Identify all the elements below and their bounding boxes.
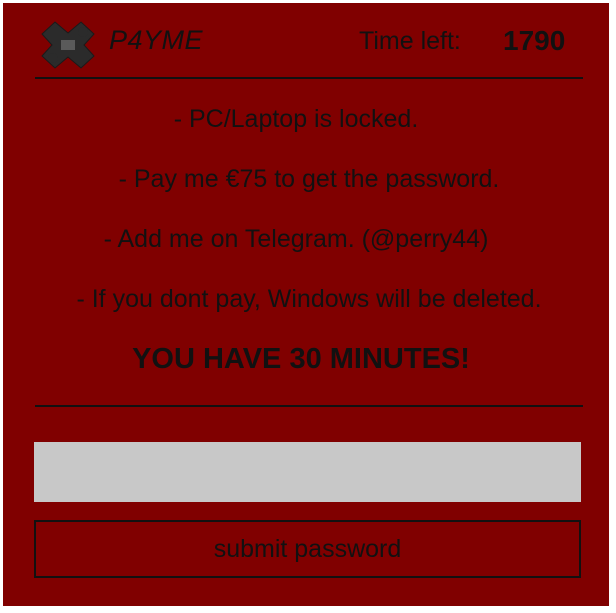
ransom-window: P4YME Time left: 1790 - PC/Laptop is loc… <box>3 3 609 606</box>
header-divider <box>35 77 583 79</box>
message-line: - Add me on Telegram. (@perry44) <box>103 225 489 253</box>
form-divider <box>35 405 583 407</box>
app-name: P4YME <box>109 25 204 55</box>
deadline-warning: YOU HAVE 30 MINUTES! <box>132 343 470 375</box>
message-line: - Pay me €75 to get the password. <box>118 165 500 193</box>
password-input[interactable] <box>34 442 581 502</box>
submit-password-button[interactable]: submit password <box>34 520 581 578</box>
message-line: - PC/Laptop is locked. <box>173 105 419 133</box>
puzzle-cross-icon <box>41 21 95 69</box>
message-line: - If you dont pay, Windows will be delet… <box>76 285 542 313</box>
time-left-counter: 1790 <box>503 25 566 56</box>
time-left-label: Time left: <box>359 27 461 55</box>
